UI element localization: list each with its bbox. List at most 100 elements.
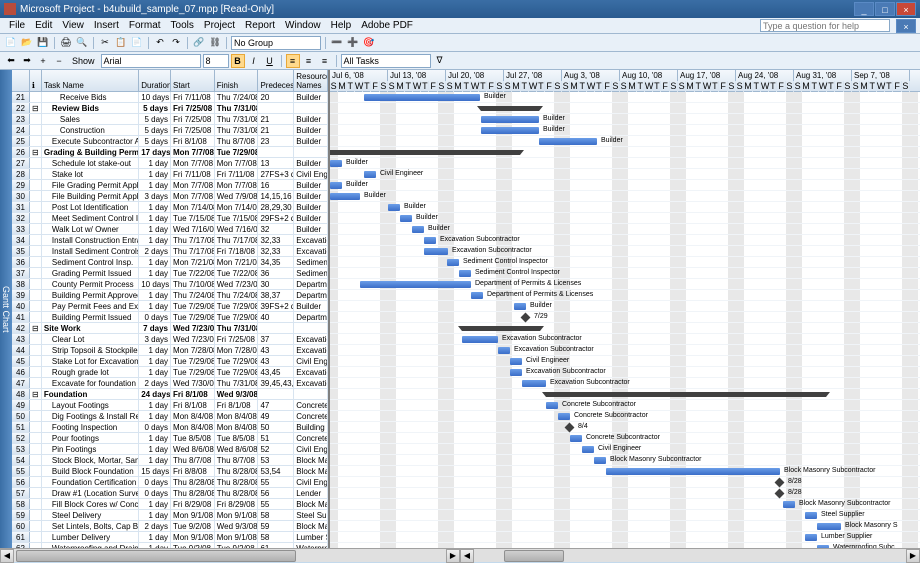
- copy-icon[interactable]: 📋: [114, 36, 128, 50]
- gantt-row[interactable]: Builder: [330, 202, 920, 213]
- finish-cell[interactable]: Thu 8/28/08: [215, 466, 259, 476]
- finish-cell[interactable]: Thu 7/31/08: [215, 114, 259, 124]
- start-cell[interactable]: Fri 8/1/08: [171, 389, 215, 399]
- row-id[interactable]: 43: [12, 334, 30, 344]
- menu-view[interactable]: View: [57, 19, 89, 32]
- new-icon[interactable]: 📄: [4, 36, 18, 50]
- start-cell[interactable]: Thu 7/17/08: [171, 235, 215, 245]
- gantt-row[interactable]: Builder: [330, 191, 920, 202]
- start-cell[interactable]: Mon 8/4/08: [171, 411, 215, 421]
- maximize-button[interactable]: □: [875, 2, 895, 16]
- start-cell[interactable]: Mon 7/28/08: [171, 345, 215, 355]
- predecessors-cell[interactable]: 21: [258, 125, 294, 135]
- duration-cell[interactable]: 3 days: [139, 334, 171, 344]
- task-name-cell[interactable]: Receive Bids: [42, 92, 139, 102]
- task-name-cell[interactable]: Waterproofing and Drain Tile: [42, 543, 139, 548]
- finish-cell[interactable]: Tue 7/29/08: [215, 312, 259, 322]
- finish-cell[interactable]: Mon 8/4/08: [215, 422, 259, 432]
- redo-icon[interactable]: ↷: [169, 36, 183, 50]
- menu-edit[interactable]: Edit: [30, 19, 57, 32]
- menu-report[interactable]: Report: [240, 19, 280, 32]
- task-row[interactable]: 24Construction5 daysFri 7/25/08Thu 7/31/…: [12, 125, 328, 136]
- task-name-cell[interactable]: Clear Lot: [42, 334, 139, 344]
- predecessors-cell[interactable]: [258, 103, 294, 113]
- task-row[interactable]: 49Layout Footings1 dayFri 8/1/08Fri 8/1/…: [12, 400, 328, 411]
- finish-cell[interactable]: Tue 7/29/08: [215, 356, 259, 366]
- resource-cell[interactable]: Excavation S: [294, 235, 328, 245]
- resource-cell[interactable]: [294, 389, 328, 399]
- finish-cell[interactable]: Thu 8/7/08: [215, 136, 259, 146]
- resource-cell[interactable]: Builder: [294, 92, 328, 102]
- gantt-row[interactable]: Excavation Subcontractor: [330, 378, 920, 389]
- duration-cell[interactable]: 1 day: [139, 169, 171, 179]
- menu-adobe-pdf[interactable]: Adobe PDF: [356, 19, 418, 32]
- predecessors-cell[interactable]: 51: [258, 433, 294, 443]
- task-name-cell[interactable]: Excavate for foundation: [42, 378, 139, 388]
- menu-window[interactable]: Window: [280, 19, 326, 32]
- undo-icon[interactable]: ↶: [153, 36, 167, 50]
- row-id[interactable]: 26: [12, 147, 30, 157]
- task-name-cell[interactable]: Lumber Delivery: [42, 532, 139, 542]
- row-id[interactable]: 62: [12, 543, 30, 548]
- duration-cell[interactable]: 5 days: [139, 136, 171, 146]
- predecessors-cell[interactable]: 32,33: [258, 235, 294, 245]
- finish-cell[interactable]: Tue 7/29/08: [215, 367, 259, 377]
- task-row[interactable]: 47Excavate for foundation2 daysWed 7/30/…: [12, 378, 328, 389]
- start-cell[interactable]: Thu 7/24/08: [171, 290, 215, 300]
- duration-cell[interactable]: 1 day: [139, 543, 171, 548]
- row-id[interactable]: 21: [12, 92, 30, 102]
- gantt-row[interactable]: Builder: [330, 114, 920, 125]
- align-center-icon[interactable]: ≡: [302, 54, 316, 68]
- task-name-cell[interactable]: Pour footings: [42, 433, 139, 443]
- row-id[interactable]: 44: [12, 345, 30, 355]
- task-bar[interactable]: [481, 127, 539, 134]
- resource-cell[interactable]: [294, 147, 328, 157]
- start-cell[interactable]: Fri 8/1/08: [171, 136, 215, 146]
- gantt-row[interactable]: Builder: [330, 92, 920, 103]
- resource-cell[interactable]: Civil Enginee: [294, 356, 328, 366]
- start-cell[interactable]: Tue 7/29/08: [171, 312, 215, 322]
- start-cell[interactable]: Mon 9/1/08: [171, 510, 215, 520]
- start-cell[interactable]: Tue 7/15/08: [171, 213, 215, 223]
- task-row[interactable]: 60Set Lintels, Bolts, Cap Block2 daysTue…: [12, 521, 328, 532]
- help-search-input[interactable]: [760, 19, 890, 32]
- row-id[interactable]: 61: [12, 532, 30, 542]
- task-name-cell[interactable]: Install Construction Entrance: [42, 235, 139, 245]
- paste-icon[interactable]: 📄: [130, 36, 144, 50]
- milestone-marker[interactable]: [565, 423, 575, 433]
- start-cell[interactable]: Tue 9/2/08: [171, 543, 215, 548]
- finish-cell[interactable]: Tue 8/5/08: [215, 433, 259, 443]
- row-id[interactable]: 41: [12, 312, 30, 322]
- row-id[interactable]: 46: [12, 367, 30, 377]
- task-row[interactable]: 35Install Sediment Controls2 daysThu 7/1…: [12, 246, 328, 257]
- task-row[interactable]: 48⊟Foundation24 daysFri 8/1/08Wed 9/3/08: [12, 389, 328, 400]
- task-bar[interactable]: [388, 204, 400, 211]
- duration-cell[interactable]: 1 day: [139, 400, 171, 410]
- gantt-row[interactable]: Block Masonry Subcontractor: [330, 455, 920, 466]
- task-name-cell[interactable]: Install Sediment Controls: [42, 246, 139, 256]
- start-cell[interactable]: Fri 7/25/08: [171, 103, 215, 113]
- gantt-row[interactable]: Builder: [330, 180, 920, 191]
- task-name-cell[interactable]: Schedule lot stake-out: [42, 158, 139, 168]
- finish-cell[interactable]: Thu 7/24/08: [215, 92, 259, 102]
- open-icon[interactable]: 📂: [20, 36, 34, 50]
- duration-cell[interactable]: 1 day: [139, 158, 171, 168]
- finish-cell[interactable]: Thu 8/28/08: [215, 488, 259, 498]
- resource-cell[interactable]: Excavation S: [294, 334, 328, 344]
- resource-cell[interactable]: Lender: [294, 488, 328, 498]
- resource-cell[interactable]: Concrete Su: [294, 411, 328, 421]
- finish-cell[interactable]: Thu 7/31/08: [215, 103, 259, 113]
- resource-cell[interactable]: Builder: [294, 114, 328, 124]
- predecessors-cell[interactable]: 49: [258, 411, 294, 421]
- task-bar[interactable]: [514, 303, 526, 310]
- predecessors-cell[interactable]: 43,45: [258, 367, 294, 377]
- task-name-cell[interactable]: Dig Footings & Install Reinforcing: [42, 411, 139, 421]
- duration-cell[interactable]: 1 day: [139, 235, 171, 245]
- hide-icon[interactable]: −: [52, 54, 66, 68]
- task-bar[interactable]: [462, 336, 498, 343]
- gantt-row[interactable]: 7/29: [330, 312, 920, 323]
- task-bar[interactable]: [400, 215, 412, 222]
- duration-cell[interactable]: 1 day: [139, 532, 171, 542]
- start-cell[interactable]: Wed 7/30/08: [171, 378, 215, 388]
- duration-cell[interactable]: 1 day: [139, 345, 171, 355]
